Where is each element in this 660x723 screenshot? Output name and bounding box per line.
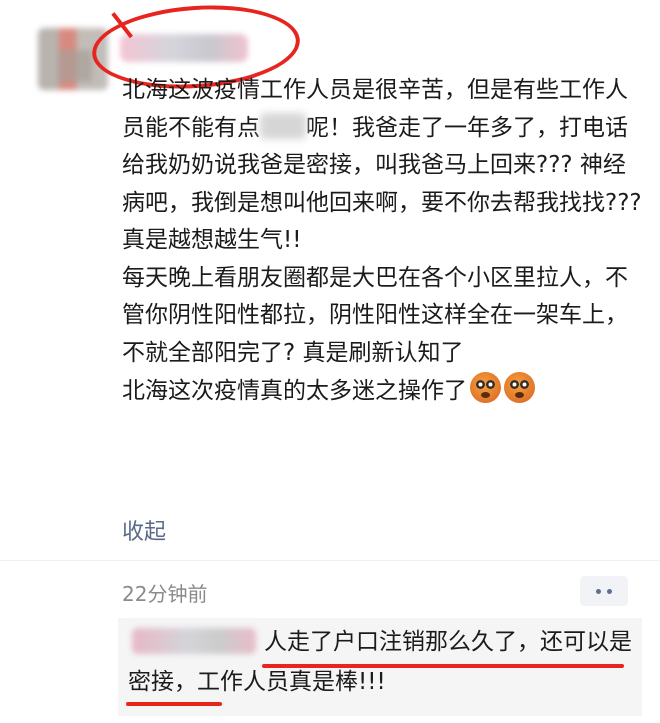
post-paragraph-2: 每天晚上看朋友圈都是大巴在各个小区里拉人，不管你阴性阳性都拉，阴性阳性这样全在一… — [122, 264, 628, 366]
dot-icon — [596, 588, 601, 594]
post-body: 北海这波疫情工作人员是很辛苦，但是有些工作人员能不能有点 呢！我爸走了一年多了，打… — [122, 72, 642, 411]
divider — [0, 560, 660, 561]
astonished-face-icon — [504, 372, 535, 403]
red-underline — [262, 664, 624, 668]
post-paragraph-1: 北海这波疫情工作人员是很辛苦，但是有些工作人员能不能有点 呢！我爸走了一年多了，打… — [122, 72, 642, 260]
collapse-link[interactable]: 收起 — [122, 514, 166, 546]
more-options-button[interactable] — [580, 576, 628, 606]
post-paragraph-3: 北海这次疫情真的太多迷之操作了 — [122, 372, 642, 411]
dot-icon — [607, 588, 612, 594]
post-timestamp: 22分钟前 — [122, 582, 208, 606]
redacted-word — [260, 112, 306, 139]
post-text: 北海这次疫情真的太多迷之操作了 — [122, 378, 467, 404]
comment-text: 人走了户口注销那么久了，还可以是密接，工作人员真是棒!!! — [128, 629, 632, 695]
astonished-face-icon — [470, 372, 501, 403]
red-underline — [126, 702, 222, 706]
